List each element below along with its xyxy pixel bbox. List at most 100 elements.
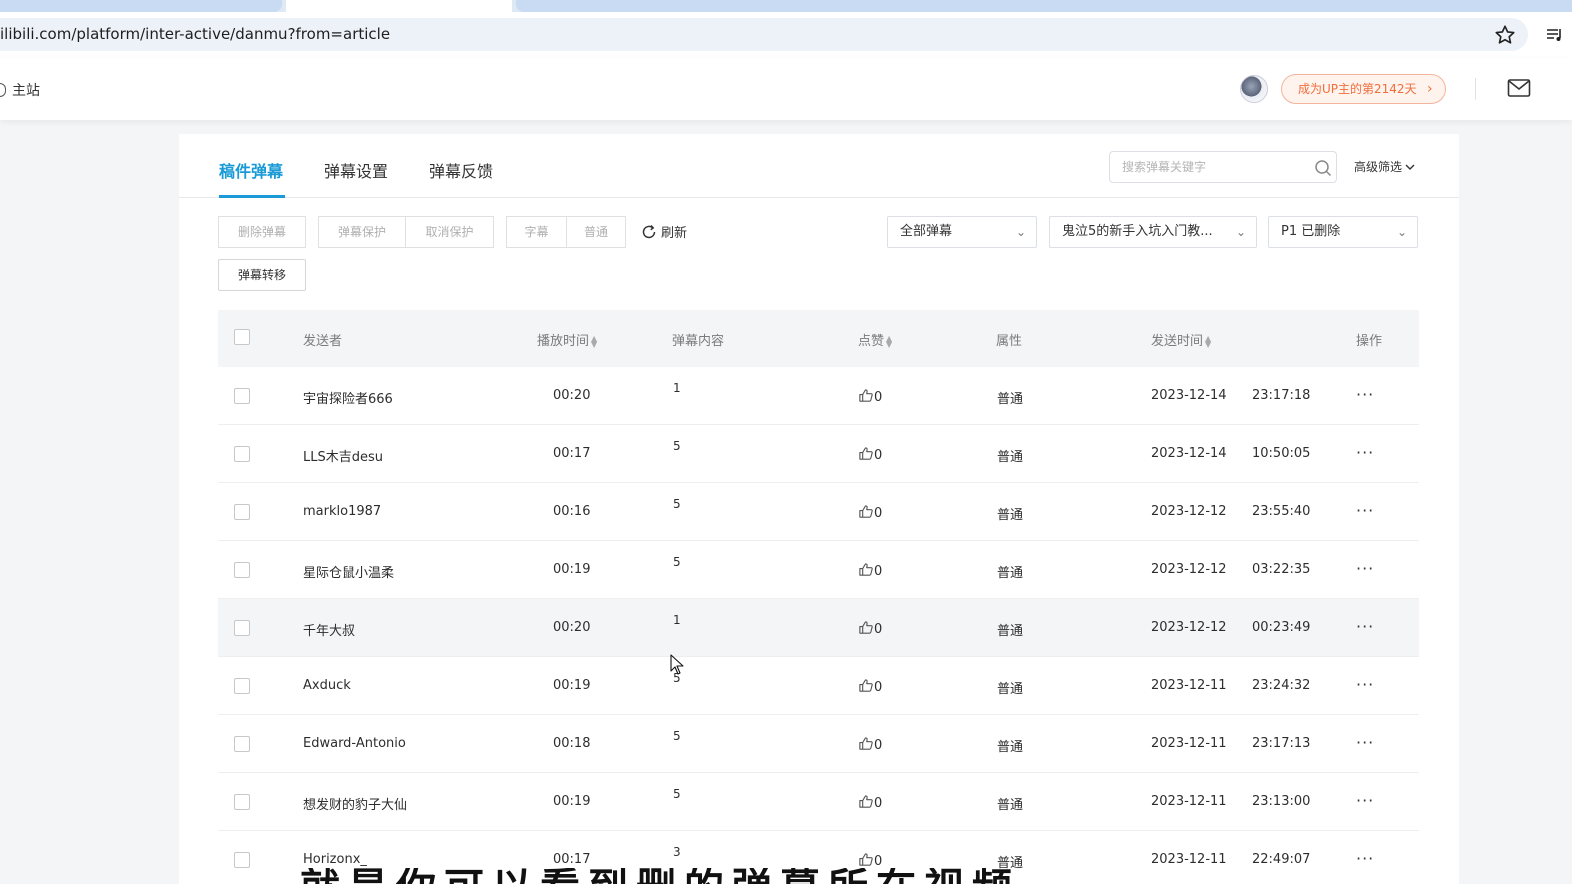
send-time: 03:22:35 [1252,562,1311,577]
col-action: 操作 [1356,334,1383,349]
danmu-type-select[interactable]: 全部弹幕 ⌄ [887,216,1037,248]
protect-danmu-button[interactable]: 弹幕保护 [318,216,406,248]
like-count[interactable]: 0 [858,388,882,405]
like-count[interactable]: 0 [858,562,882,579]
mail-icon[interactable] [1507,78,1531,98]
sender-name[interactable]: 千年大叔 [303,620,355,639]
delete-danmu-button[interactable]: 删除弹幕 [218,216,306,248]
sender-name[interactable]: Axduck [303,678,351,693]
danmu-attr: 普通 [997,682,1024,697]
row-checkbox[interactable] [234,562,250,578]
danmu-content: 3 [673,845,681,859]
more-icon[interactable]: ··· [1356,501,1374,520]
tab-danmu-feedback[interactable]: 弹幕反馈 [429,158,493,182]
more-icon[interactable]: ··· [1356,443,1374,462]
row-checkbox[interactable] [234,620,250,636]
refresh-button[interactable]: 刷新 [641,222,687,241]
col-send-time[interactable]: 发送时间 ▲ ▼ [1151,330,1211,349]
caption-text: 就是你可以看到删的弹幕所在视频 [300,868,1160,884]
like-count[interactable]: 0 [858,794,882,811]
sender-name[interactable]: Edward-Antonio [303,736,406,751]
more-icon[interactable]: ··· [1356,617,1374,636]
sender-name[interactable]: 星际仓鼠小温柔 [303,562,394,581]
tab-manuscript-danmu[interactable]: 稿件弹幕 [219,158,283,182]
home-link[interactable]: 主站 [0,80,40,100]
like-count[interactable]: 0 [858,620,882,637]
like-count[interactable]: 0 [858,852,882,869]
more-icon[interactable]: ··· [1356,849,1374,868]
send-date: 2023-12-12 [1151,504,1227,519]
search-input[interactable] [1122,158,1302,176]
star-icon[interactable] [1494,24,1516,46]
row-checkbox[interactable] [234,794,250,810]
thumb-up-icon [858,620,873,635]
url-field[interactable]: ilibili.com/platform/inter-active/danmu?… [0,18,1528,51]
table-row[interactable]: Edward-Antonio 00:18 5 0 普通 2023-12-11 23:17:1… [218,715,1419,773]
sort-icon: ▲ ▼ [591,333,598,349]
row-checkbox[interactable] [234,504,250,520]
danmu-attr: 普通 [997,392,1024,407]
danmu-type-value: 全部弹幕 [900,224,953,239]
table-row[interactable]: 星际仓鼠小温柔 00:19 5 0 普通 2023-12-12 03:22:35 ··· [218,541,1419,599]
sender-name[interactable]: 想发财的豹子大仙 [303,794,407,813]
up-days-badge[interactable]: 成为UP主的第2142天 › [1281,74,1446,104]
unprotect-danmu-button[interactable]: 取消保护 [405,216,494,248]
thumb-up-icon [858,562,873,577]
chevron-down-icon [1405,164,1415,170]
avatar[interactable] [1240,75,1268,103]
danmu-attr: 普通 [997,566,1024,581]
row-checkbox[interactable] [234,852,250,868]
transfer-danmu-button[interactable]: 弹幕转移 [218,259,306,291]
select-all-checkbox[interactable] [234,329,250,345]
like-count[interactable]: 0 [858,678,882,695]
play-time: 00:20 [553,620,591,635]
search-icon[interactable] [1314,159,1332,177]
video-select[interactable]: 鬼泣5的新手入坑入门教... ⌄ [1049,216,1257,248]
like-count[interactable]: 0 [858,446,882,463]
url-text: ilibili.com/platform/inter-active/danmu?… [0,25,391,43]
sender-name[interactable]: marklo1987 [303,504,381,519]
subtitle-button[interactable]: 字幕 [506,216,567,248]
table-row[interactable]: marklo1987 00:16 5 0 普通 2023-12-12 23:55:40 ··· [218,483,1419,541]
advanced-filter-label: 高级筛选 [1354,160,1403,174]
like-count[interactable]: 0 [858,736,882,753]
more-icon[interactable]: ··· [1356,385,1374,404]
play-time: 00:19 [553,794,591,809]
table-row[interactable]: Axduck 00:19 5 0 普通 2023-12-11 23:24:32 ··· [218,657,1419,715]
row-checkbox[interactable] [234,388,250,404]
thumb-up-icon [858,852,873,867]
col-likes[interactable]: 点赞 ▲ ▼ [858,330,892,349]
row-checkbox[interactable] [234,678,250,694]
part-select[interactable]: P1 已删除 ⌄ [1268,216,1418,248]
play-time: 00:17 [553,852,591,867]
browser-tab[interactable] [516,0,1572,12]
table-row[interactable]: LLS木吉desu 00:17 5 0 普通 2023-12-14 10:50:05 ··· [218,425,1419,483]
table-body: 宇宙探险者666 00:20 1 0 普通 2023-12-14 23:17:18 ··· LL… [218,367,1419,884]
table-row[interactable]: 千年大叔 00:20 1 0 普通 2023-12-12 00:23:49 ··· [218,599,1419,657]
browser-tab-active[interactable] [286,0,512,12]
sort-icon: ▲ ▼ [886,333,893,349]
send-time: 00:23:49 [1252,620,1311,635]
active-tab-indicator [219,195,285,198]
table-row[interactable]: 宇宙探险者666 00:20 1 0 普通 2023-12-14 23:17:18 ··· [218,367,1419,425]
row-checkbox[interactable] [234,736,250,752]
table-row[interactable]: 想发财的豹子大仙 00:19 5 0 普通 2023-12-11 23:13:00 ··· [218,773,1419,831]
more-icon[interactable]: ··· [1356,559,1374,578]
col-play-time[interactable]: 播放时间 ▲ ▼ [537,330,597,349]
sender-name[interactable]: LLS木吉desu [303,446,383,465]
more-icon[interactable]: ··· [1356,733,1374,752]
danmu-panel: 稿件弹幕 弹幕设置 弹幕反馈 高级筛选 删除弹幕 弹幕保护 取消保护 字幕 普通… [179,134,1459,884]
sender-name[interactable]: Horizonx_ [303,852,367,867]
tab-danmu-settings[interactable]: 弹幕设置 [324,158,388,182]
send-time: 23:17:18 [1252,388,1311,403]
playlist-icon[interactable] [1546,26,1564,44]
more-icon[interactable]: ··· [1356,675,1374,694]
more-icon[interactable]: ··· [1356,791,1374,810]
like-value: 0 [874,390,883,405]
advanced-filter-button[interactable]: 高级筛选 [1354,158,1415,175]
row-checkbox[interactable] [234,446,250,462]
browser-tab[interactable] [0,0,282,12]
like-count[interactable]: 0 [858,504,882,521]
sender-name[interactable]: 宇宙探险者666 [303,388,393,407]
normal-button[interactable]: 普通 [566,216,626,248]
